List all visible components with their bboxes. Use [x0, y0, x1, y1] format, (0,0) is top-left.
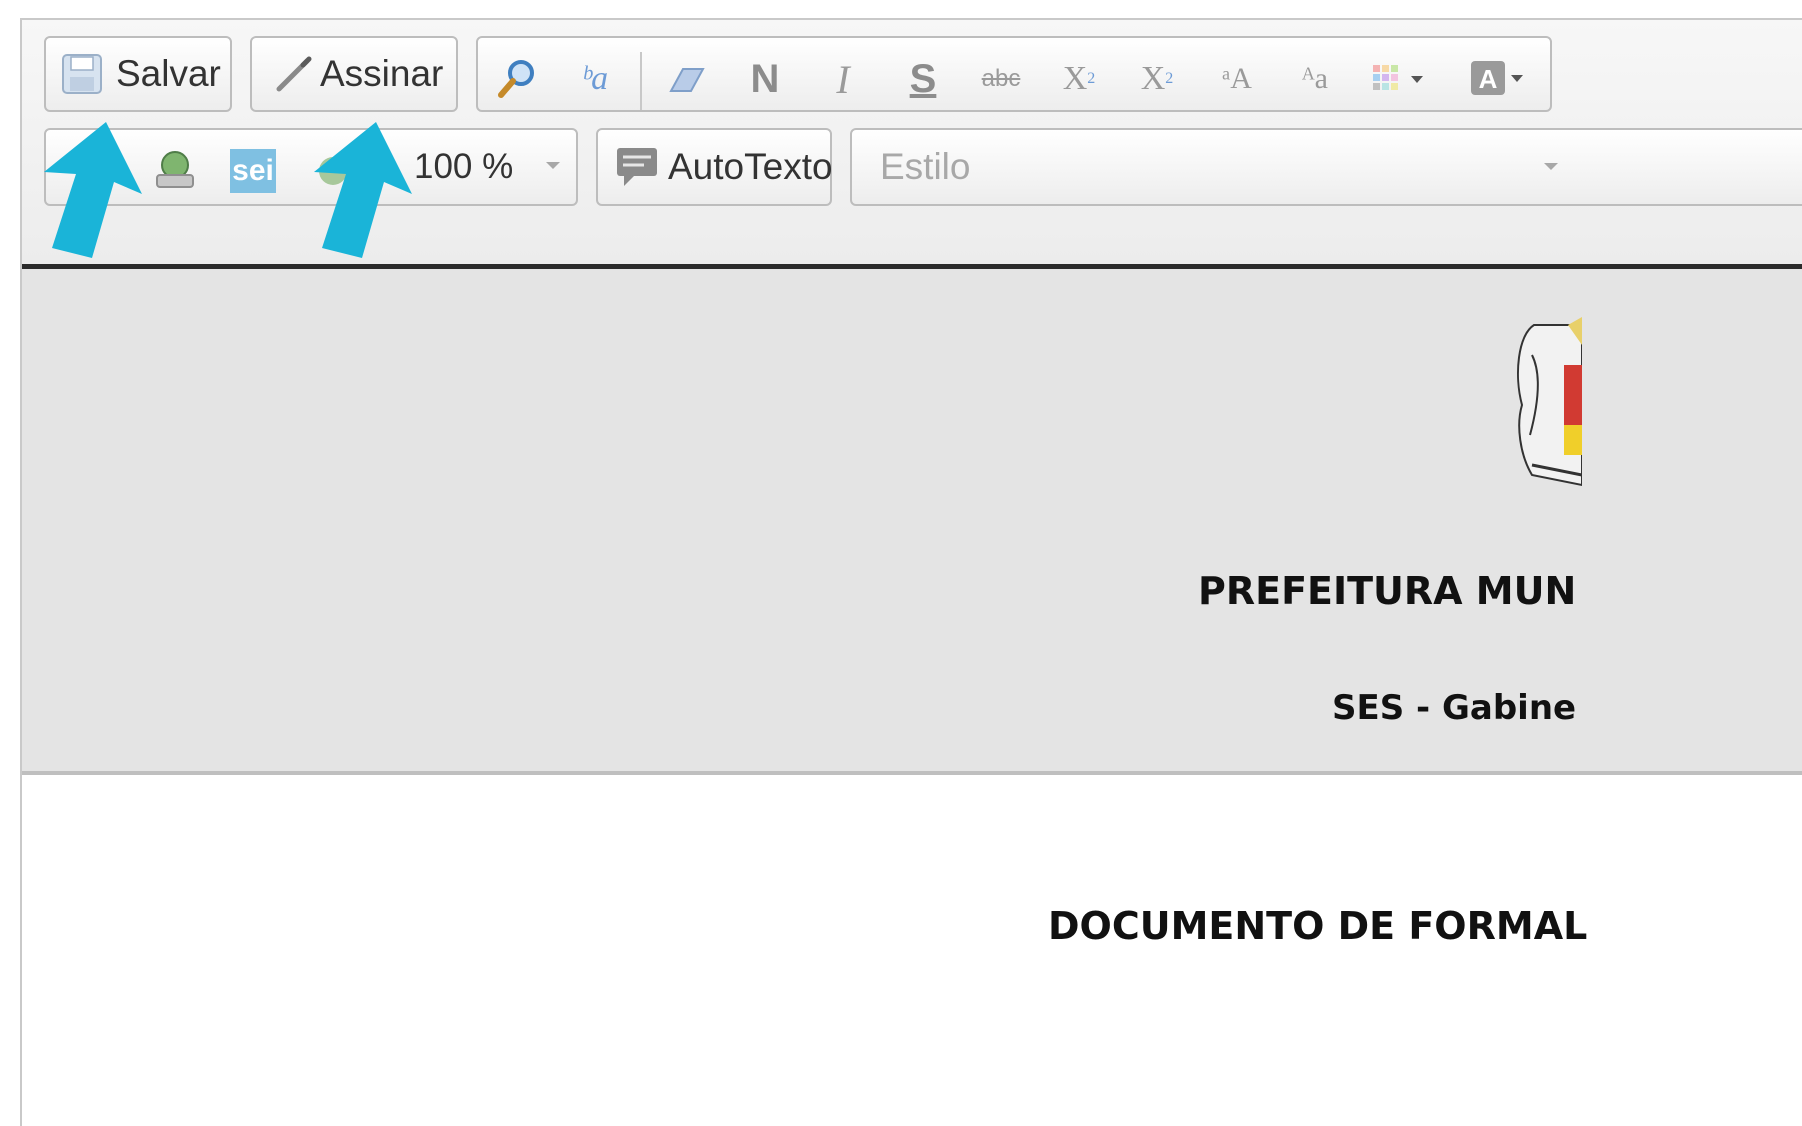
- strikethrough-icon[interactable]: abc: [970, 48, 1032, 110]
- chevron-down-icon: [1544, 163, 1558, 170]
- speech-bubble-icon: [614, 143, 660, 191]
- underline-icon[interactable]: S: [892, 48, 954, 110]
- replace-icon[interactable]: ᵇa: [564, 48, 626, 110]
- style-select[interactable]: Estilo: [850, 128, 1802, 206]
- superscript-icon[interactable]: X2: [1126, 48, 1188, 110]
- uppercase-icon[interactable]: ᵃA: [1206, 48, 1268, 110]
- arrow-annotation-sign: [314, 122, 412, 258]
- chevron-down-icon: [546, 162, 560, 169]
- autotext-button[interactable]: AutoTexto: [596, 128, 833, 206]
- arrow-annotation-save: [44, 122, 142, 258]
- find-icon[interactable]: [486, 48, 548, 110]
- floppy-disk-icon: [60, 52, 104, 96]
- coat-of-arms-logo: [1512, 315, 1583, 495]
- web-service-icon[interactable]: [144, 140, 206, 202]
- pen-icon: [272, 52, 316, 96]
- eraser-icon[interactable]: [654, 48, 716, 110]
- style-select-placeholder: Estilo: [880, 146, 971, 187]
- header-line-1: PREFEITURA MUN: [1198, 569, 1577, 613]
- autotext-label: AutoTexto: [668, 146, 833, 187]
- svg-text:A: A: [1479, 64, 1498, 94]
- header-line-2: SES - Gabine: [1332, 688, 1577, 728]
- sign-button[interactable]: Assinar: [250, 36, 458, 112]
- sign-button-label: Assinar: [320, 53, 444, 94]
- subscript-icon[interactable]: X2: [1048, 48, 1110, 110]
- save-button[interactable]: Salvar: [44, 36, 232, 112]
- document-title: DOCUMENTO DE FORMAL: [1048, 904, 1588, 948]
- table-color-icon[interactable]: [1366, 48, 1436, 110]
- sei-logo-icon[interactable]: sei: [222, 140, 284, 202]
- lowercase-icon[interactable]: ᴬa: [1284, 48, 1346, 110]
- zoom-value: 100 %: [414, 147, 514, 186]
- italic-icon[interactable]: I: [812, 48, 874, 110]
- editor-toolbar: Salvar Assinar ᵇa N I S abc X 2 X 2 ᵃA ᴬ…: [22, 20, 1802, 268]
- toolbar-separator: [640, 52, 642, 110]
- text-color-icon[interactable]: A: [1464, 48, 1534, 110]
- editor-frame: Salvar Assinar ᵇa N I S abc X 2 X 2 ᵃA ᴬ…: [20, 18, 1802, 1126]
- bold-icon[interactable]: N: [734, 48, 796, 110]
- format-toolbar-group: ᵇa N I S abc X2 X2 ᵃA ᴬa A: [476, 36, 1552, 112]
- save-button-label: Salvar: [116, 53, 221, 94]
